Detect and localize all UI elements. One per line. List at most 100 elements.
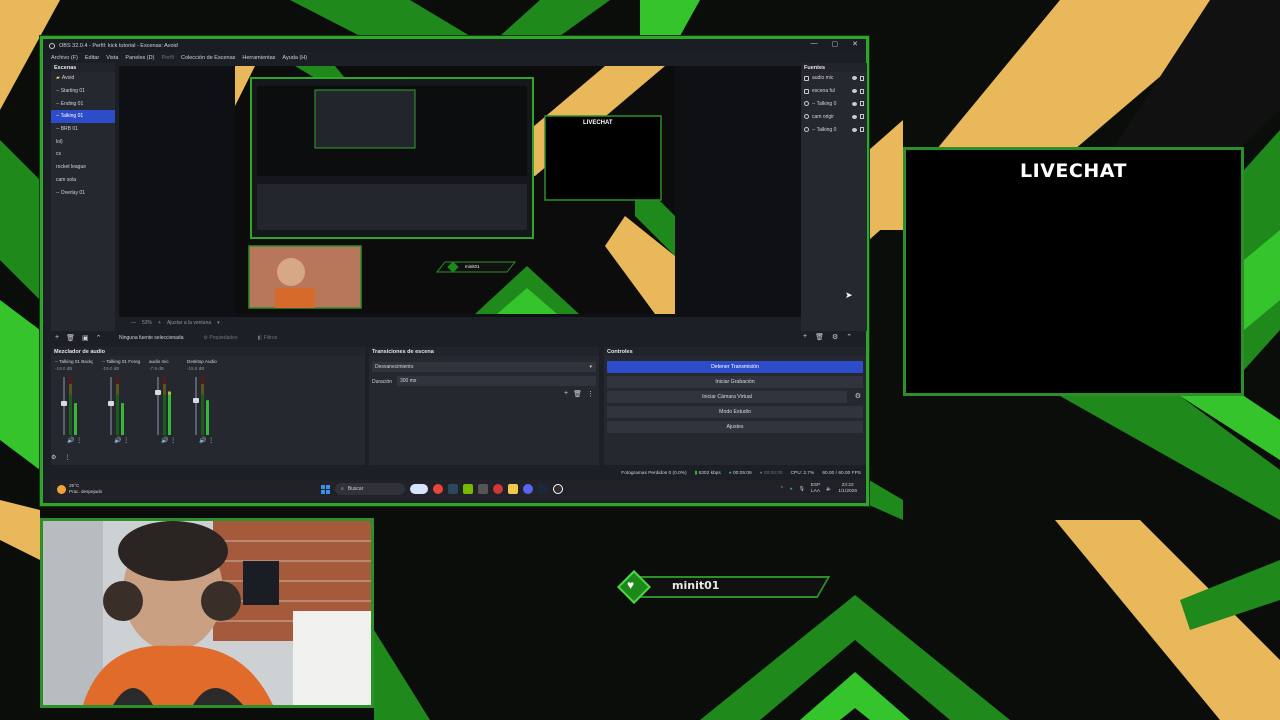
status-bar: Fotogramas Perdidos 0 (0.0%) ▮ 6302 kbps… bbox=[51, 468, 865, 479]
lock-icon[interactable] bbox=[860, 88, 864, 94]
eye-icon[interactable] bbox=[852, 101, 857, 106]
menu-herramientas[interactable]: Herramientas bbox=[242, 55, 275, 61]
scene-item[interactable]: cs bbox=[51, 148, 115, 161]
duration-input[interactable]: 300 ms bbox=[397, 376, 596, 386]
menu-ayuda[interactable]: Ayuda (H) bbox=[282, 55, 307, 61]
speaker-icon[interactable]: 🔊 ⋮ bbox=[199, 437, 214, 444]
add-scene-button[interactable]: + bbox=[55, 334, 59, 341]
source-item[interactable]: escena ful bbox=[801, 85, 867, 98]
clock[interactable]: 23:22 1/1/2026 bbox=[838, 483, 857, 495]
weather-widget[interactable]: 25°C Prac. despejado bbox=[57, 483, 102, 495]
fit-select[interactable]: Ajustar a la ventana bbox=[167, 320, 211, 326]
preview-area[interactable]: LIVECHAT minit01 bbox=[119, 66, 804, 317]
app-icon-discord[interactable] bbox=[523, 484, 533, 494]
close-button[interactable]: ✕ bbox=[852, 40, 858, 48]
browser-icon bbox=[804, 101, 809, 107]
studio-mode-button[interactable]: Modo Estudio bbox=[607, 406, 863, 418]
scene-item[interactable]: rocket league bbox=[51, 161, 115, 174]
stop-streaming-button[interactable]: Detener Transmisión bbox=[607, 361, 863, 373]
speaker-icon[interactable]: 🔊 ⋮ bbox=[114, 437, 129, 444]
add-transition-button[interactable]: + bbox=[564, 390, 568, 398]
microphone-icon[interactable]: 🎙 bbox=[799, 487, 805, 492]
advanced-audio-icon[interactable]: ⚙ bbox=[51, 454, 56, 461]
minimize-button[interactable]: — bbox=[811, 40, 818, 48]
gear-icon[interactable]: ⚙ bbox=[832, 333, 838, 341]
more-options-icon[interactable]: ⋮ bbox=[587, 390, 594, 398]
speaker-icon[interactable]: 🔊 ⋮ bbox=[161, 437, 176, 444]
dropped-frames: Fotogramas Perdidos 0 (0.0%) bbox=[621, 471, 687, 476]
app-icon-obs[interactable] bbox=[553, 484, 563, 494]
trash-icon[interactable]: 🗑 bbox=[66, 334, 75, 342]
lock-icon[interactable] bbox=[860, 101, 864, 107]
start-recording-button[interactable]: Iniciar Grabación bbox=[607, 376, 863, 388]
volume-knob[interactable] bbox=[108, 401, 114, 407]
app-icon-riot[interactable] bbox=[493, 484, 503, 494]
volume-knob[interactable] bbox=[193, 398, 199, 404]
status-dot-icon[interactable]: ● bbox=[790, 487, 793, 492]
lock-icon[interactable] bbox=[860, 114, 864, 120]
menu-vista[interactable]: Vista bbox=[106, 55, 118, 61]
app-icon-steam2[interactable] bbox=[538, 484, 548, 494]
trash-icon[interactable]: 🗑 bbox=[573, 390, 582, 398]
properties-button[interactable]: ⚙ Propiedades bbox=[204, 335, 238, 341]
eye-icon[interactable] bbox=[852, 89, 857, 94]
source-item[interactable]: -- Talking 0 bbox=[801, 98, 867, 111]
eye-icon[interactable] bbox=[852, 127, 857, 132]
scene-item[interactable]: -- BRB 01 bbox=[51, 123, 115, 136]
menu-archivo[interactable]: Archivo (F) bbox=[51, 55, 78, 61]
zoom-minus[interactable]: — bbox=[131, 320, 136, 326]
app-icon-nvidia[interactable] bbox=[463, 484, 473, 494]
settings-icon[interactable]: ▣ bbox=[82, 334, 89, 342]
source-item[interactable]: cam origir bbox=[801, 110, 867, 123]
app-icon-epic[interactable] bbox=[478, 484, 488, 494]
source-item[interactable]: -- Talking 0 bbox=[801, 123, 867, 136]
scene-item-active[interactable]: -- Talking 01 bbox=[51, 110, 115, 123]
chevron-down-icon[interactable]: ▾ bbox=[217, 320, 220, 326]
filters-button[interactable]: ◧ Filtros bbox=[257, 335, 277, 341]
add-source-button[interactable]: + bbox=[803, 333, 807, 341]
maximize-button[interactable]: ▢ bbox=[832, 40, 839, 48]
transition-tools: + 🗑 ⋮ bbox=[564, 390, 594, 398]
virtual-camera-settings-icon[interactable]: ⚙ bbox=[855, 392, 861, 400]
app-icon-steam[interactable] bbox=[448, 484, 458, 494]
app-icon-chrome[interactable] bbox=[433, 484, 443, 494]
volume-knob[interactable] bbox=[61, 401, 67, 407]
windows-start-icon[interactable] bbox=[321, 484, 330, 494]
preview-livechat-title: LIVECHAT bbox=[583, 120, 613, 126]
menu-coleccion[interactable]: Colección de Escenas bbox=[181, 55, 235, 61]
volume-knob[interactable] bbox=[155, 389, 161, 395]
scene-item[interactable]: ▰ Avoid bbox=[51, 72, 115, 85]
zoom-plus[interactable]: + bbox=[158, 320, 161, 326]
volume-slider[interactable] bbox=[157, 377, 159, 435]
app-icon-explorer[interactable] bbox=[508, 484, 518, 494]
settings-button[interactable]: Ajustes bbox=[607, 421, 863, 433]
scene-item[interactable]: lol) bbox=[51, 135, 115, 148]
lock-icon[interactable] bbox=[860, 75, 864, 81]
speaker-icon[interactable]: 🔊 ⋮ bbox=[67, 437, 82, 444]
menu-perfil[interactable]: Perfil bbox=[161, 55, 174, 61]
more-options-icon[interactable]: ⋮ bbox=[64, 454, 70, 461]
chevron-up-icon[interactable]: ⌃ bbox=[96, 334, 102, 342]
menu-paneles[interactable]: Paneles (D) bbox=[125, 55, 154, 61]
lock-icon[interactable] bbox=[860, 127, 864, 133]
speaker-icon[interactable]: 🔈 bbox=[826, 487, 832, 492]
scene-item[interactable]: cam sola bbox=[51, 174, 115, 187]
menu-editar[interactable]: Editar bbox=[85, 55, 99, 61]
eye-icon[interactable] bbox=[852, 76, 857, 81]
trash-icon[interactable]: 🗑 bbox=[815, 333, 824, 341]
source-item[interactable]: audio mic bbox=[801, 72, 867, 85]
preview-canvas[interactable]: LIVECHAT minit01 bbox=[235, 66, 675, 314]
chevron-up-icon[interactable]: ⌃ bbox=[780, 487, 784, 492]
scene-item[interactable]: -- Ending 01 bbox=[51, 97, 115, 110]
app-icon-widgets[interactable] bbox=[410, 484, 428, 494]
transition-select[interactable]: Desvanecimiento ▾ bbox=[372, 362, 596, 372]
language-indicator[interactable]: ESP LAA bbox=[811, 483, 821, 495]
taskbar-search[interactable]: ⌕ Buscar bbox=[335, 483, 405, 495]
scene-item[interactable]: -- Overlay 01 bbox=[51, 186, 115, 199]
scene-item[interactable]: -- Starting 01 bbox=[51, 85, 115, 98]
chevron-up-icon[interactable]: ⌃ bbox=[846, 333, 852, 341]
volume-slider[interactable] bbox=[195, 377, 197, 435]
eye-icon[interactable] bbox=[852, 114, 857, 119]
level-meter bbox=[163, 377, 166, 435]
start-virtual-camera-button[interactable]: Iniciar Cámara Virtual bbox=[607, 391, 847, 403]
